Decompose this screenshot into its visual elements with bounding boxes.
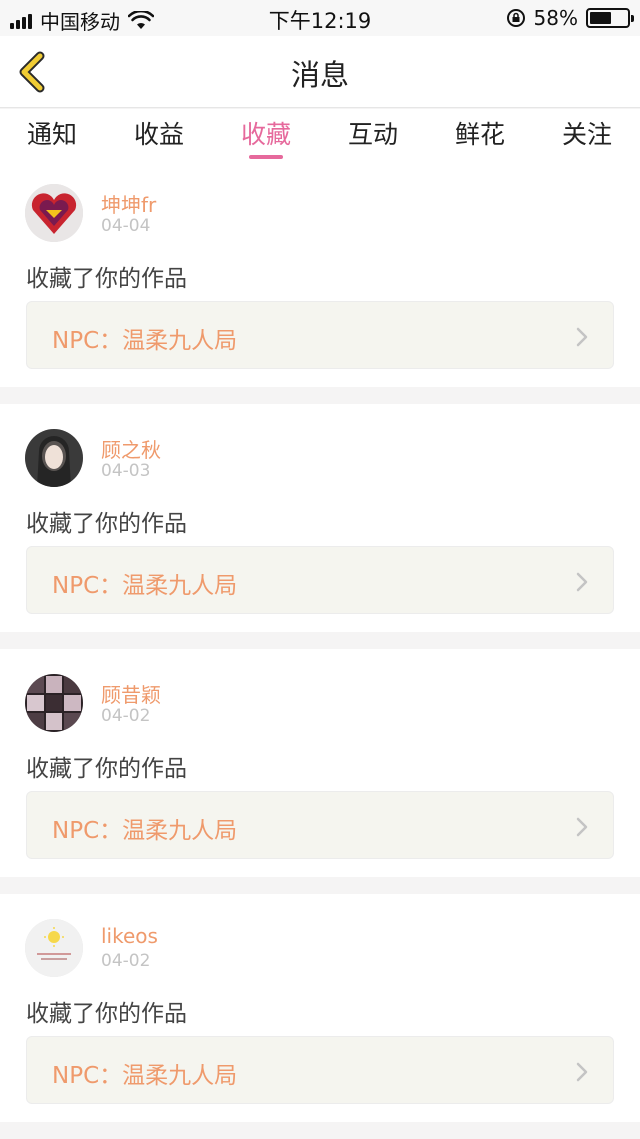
tab-earnings[interactable]: 收益 — [119, 115, 199, 151]
feed-item: likeos 04-02 收藏了你的作品 NPC：温柔九人局 — [0, 894, 640, 1122]
tab-notifications[interactable]: 通知 — [12, 115, 92, 151]
avatar[interactable] — [25, 184, 83, 242]
sun-avatar-image — [25, 919, 83, 977]
battery-percent: 58% — [533, 6, 578, 30]
chevron-right-icon — [576, 817, 588, 837]
feed-item: 顾昔颖 04-02 收藏了你的作品 NPC：温柔九人局 — [0, 649, 640, 877]
battery-fill — [590, 12, 611, 24]
page-title: 消息 — [290, 58, 349, 92]
tab-label: 关注 — [561, 120, 612, 149]
favorites-feed: 坤坤fr 04-04 收藏了你的作品 NPC：温柔九人局 顾之秋 04-03 收… — [0, 159, 640, 1139]
work-title: NPC：温柔九人局 — [52, 818, 238, 844]
date: 04-02 — [101, 706, 151, 726]
username[interactable]: 坤坤fr — [101, 189, 156, 218]
avatar[interactable] — [25, 674, 83, 732]
collage-avatar-image — [25, 674, 83, 732]
tab-label: 互动 — [347, 120, 398, 149]
action-text: 收藏了你的作品 — [26, 1001, 187, 1027]
status-bar: 中国移动 下午12:19 58% — [0, 0, 640, 36]
status-right: 58% — [506, 6, 634, 30]
date: 04-03 — [101, 461, 151, 481]
username[interactable]: 顾之秋 — [101, 434, 161, 463]
tab-following[interactable]: 关注 — [547, 115, 627, 151]
feed-item: 坤坤fr 04-04 收藏了你的作品 NPC：温柔九人局 — [0, 159, 640, 387]
action-text: 收藏了你的作品 — [26, 266, 187, 292]
tab-favorites[interactable]: 收藏 — [226, 115, 306, 159]
avatar[interactable] — [25, 429, 83, 487]
tab-flowers[interactable]: 鲜花 — [440, 115, 520, 151]
username[interactable]: 顾昔颖 — [101, 679, 161, 708]
work-link[interactable]: NPC：温柔九人局 — [26, 791, 614, 859]
tab-interactions[interactable]: 互动 — [333, 115, 413, 151]
battery-icon — [586, 8, 634, 28]
rotation-lock-icon — [506, 9, 525, 27]
work-link[interactable]: NPC：温柔九人局 — [26, 1036, 614, 1104]
heart-avatar-image — [25, 184, 83, 242]
work-title: NPC：温柔九人局 — [52, 328, 238, 354]
tab-bar: 通知 收益 收藏 互动 鲜花 关注 — [0, 109, 640, 159]
portrait-avatar-image — [25, 429, 83, 487]
tab-label: 通知 — [26, 120, 77, 149]
chevron-right-icon — [576, 327, 588, 347]
tab-label: 收益 — [133, 120, 184, 149]
work-title: NPC：温柔九人局 — [52, 573, 238, 599]
tab-label: 鲜花 — [454, 120, 505, 149]
username[interactable]: likeos — [101, 924, 158, 948]
chevron-right-icon — [576, 1062, 588, 1082]
work-link[interactable]: NPC：温柔九人局 — [26, 301, 614, 369]
feed-item: 顾之秋 04-03 收藏了你的作品 NPC：温柔九人局 — [0, 404, 640, 632]
date: 04-02 — [101, 951, 151, 971]
tab-label: 收藏 — [240, 120, 291, 149]
date: 04-04 — [101, 216, 151, 236]
avatar[interactable] — [25, 919, 83, 977]
action-text: 收藏了你的作品 — [26, 756, 187, 782]
work-link[interactable]: NPC：温柔九人局 — [26, 546, 614, 614]
chevron-right-icon — [576, 572, 588, 592]
work-title: NPC：温柔九人局 — [52, 1063, 238, 1089]
nav-bar: 消息 — [0, 36, 640, 108]
action-text: 收藏了你的作品 — [26, 511, 187, 537]
